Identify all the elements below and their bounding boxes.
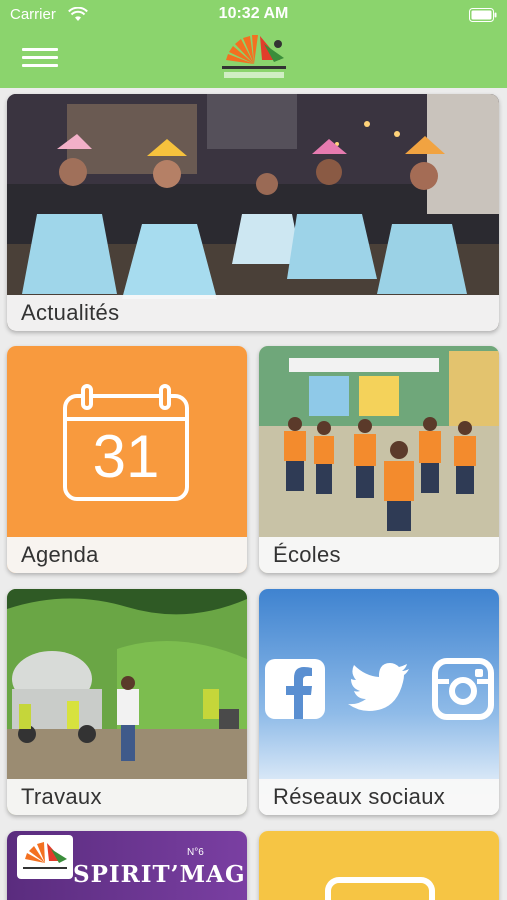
app-screen: Carrier 10:32 AM Actualités 31 Agenda Éc… — [0, 0, 507, 900]
mag-issue-number: N°6 — [187, 847, 204, 858]
tile-extra[interactable] — [259, 831, 499, 900]
hamburger-menu-icon[interactable] — [22, 48, 58, 68]
city-logo-icon — [17, 835, 73, 879]
twitter-icon — [348, 663, 409, 711]
app-header: Carrier 10:32 AM — [0, 0, 507, 88]
tile-icon — [325, 877, 435, 900]
tile-label: Écoles — [259, 537, 499, 573]
tile-spirit-mag[interactable]: N°6 SPIRIT’MAG — [7, 831, 247, 900]
battery-icon — [469, 8, 497, 22]
facebook-icon — [265, 659, 325, 719]
tile-ecoles[interactable]: Écoles — [259, 346, 499, 573]
mag-background: N°6 SPIRIT’MAG — [7, 831, 247, 900]
tile-label: Travaux — [7, 779, 247, 815]
extra-background — [259, 831, 499, 900]
tile-agenda[interactable]: 31 Agenda — [7, 346, 247, 573]
tile-label: Réseaux sociaux — [259, 779, 499, 815]
tile-actualites[interactable]: Actualités — [7, 94, 499, 331]
calendar-day-number: 31 — [92, 423, 160, 490]
tile-label: Agenda — [7, 537, 247, 573]
city-logo-icon[interactable] — [218, 30, 290, 84]
instagram-icon — [432, 658, 494, 720]
clock-label: 10:32 AM — [218, 5, 289, 22]
tile-label: Actualités — [7, 295, 499, 331]
tile-reseaux-sociaux[interactable]: Réseaux sociaux — [259, 589, 499, 815]
mag-title: SPIRIT’MAG — [73, 861, 246, 888]
tile-travaux[interactable]: Travaux — [7, 589, 247, 815]
status-bar: Carrier 10:32 AM — [0, 0, 507, 30]
